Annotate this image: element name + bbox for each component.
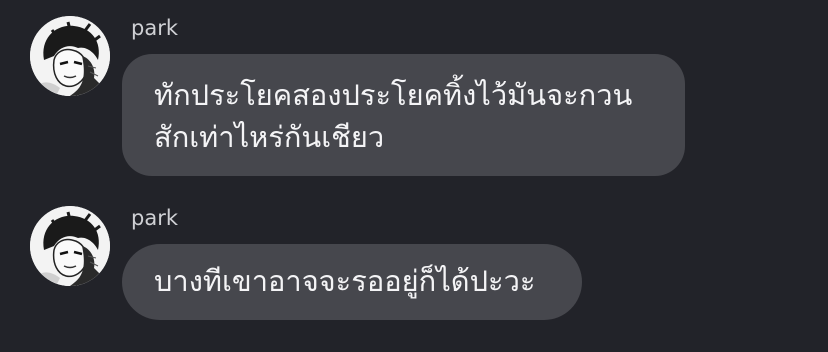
avatar[interactable] (30, 16, 110, 96)
sender-name: park (131, 206, 178, 230)
avatar[interactable] (30, 206, 110, 286)
message-text-line: สักเท่าไหร่กันเชียว (154, 120, 385, 154)
user-avatar-icon (30, 16, 110, 96)
user-avatar-icon (30, 206, 110, 286)
chat-thread: park ทักประโยคสองประโยคทิ้งไว้มันจะกวน ส… (0, 0, 828, 352)
message-bubble[interactable]: ทักประโยคสองประโยคทิ้งไว้มันจะกวน สักเท่… (122, 54, 685, 176)
message-text-line: ทักประโยคสองประโยคทิ้งไว้มันจะกวน (154, 78, 633, 112)
message-bubble[interactable]: บางทีเขาอาจจะรออยู่ก็ได้ปะวะ (122, 244, 582, 320)
sender-name: park (131, 16, 178, 40)
message-text-line: บางทีเขาอาจจะรออยู่ก็ได้ปะวะ (154, 264, 536, 298)
